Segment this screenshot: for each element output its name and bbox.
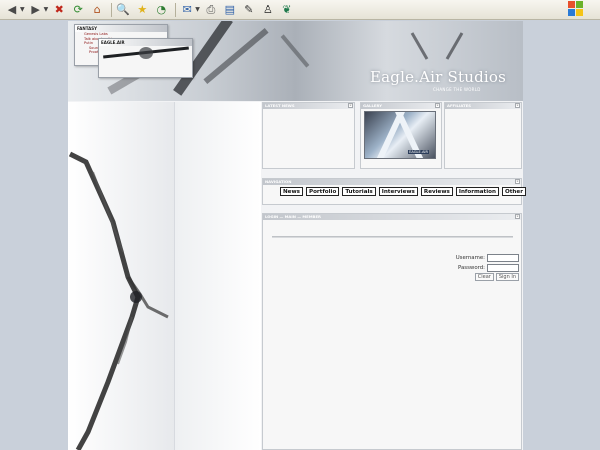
- login-actions: Clear Sign In: [474, 273, 519, 281]
- toolbar-separator: [111, 2, 113, 17]
- back-dropdown-icon[interactable]: ▼: [20, 6, 25, 13]
- nav-portfolio-button[interactable]: Portfolio: [305, 187, 340, 196]
- popup-window-eagle-air[interactable]: EAGLE.AIR: [98, 38, 193, 78]
- header-banner: Eagle.Air Studios CHANGE THE WORLD FANTA…: [68, 21, 523, 101]
- back-icon[interactable]: ◀: [4, 2, 20, 18]
- mail-dropdown-icon[interactable]: ▼: [195, 6, 200, 13]
- middle-empty-column: [174, 102, 261, 450]
- site-tagline: CHANGE THE WORLD: [433, 87, 481, 92]
- close-icon[interactable]: ×: [515, 214, 520, 219]
- banner-streak: [410, 32, 429, 60]
- news-panel: LATEST NEWS ×: [262, 102, 355, 169]
- gallery-panel: GALLERY × EAGLE.AIR: [360, 102, 442, 169]
- nav-news-button[interactable]: News: [280, 187, 303, 196]
- search-icon[interactable]: 🔍: [115, 2, 131, 18]
- favorites-icon[interactable]: ★: [134, 2, 150, 18]
- web-page: Eagle.Air Studios CHANGE THE WORLD FANTA…: [68, 21, 526, 450]
- decorative-artwork: [68, 151, 169, 450]
- pen-icon[interactable]: ✎: [241, 2, 257, 18]
- close-icon[interactable]: ×: [515, 103, 520, 108]
- edit-icon[interactable]: ▤: [222, 2, 238, 18]
- refresh-icon[interactable]: ⟳: [70, 2, 86, 18]
- mail-icon[interactable]: ✉: [179, 2, 195, 18]
- nav-interviews-button[interactable]: Interviews: [378, 187, 418, 196]
- navigation-panel: NAVIGATION × News Portfolio Tutorials In…: [262, 178, 526, 205]
- banner-streak: [445, 32, 464, 60]
- affiliates-panel-title: AFFILIATES: [445, 103, 521, 109]
- clear-button[interactable]: Clear: [474, 273, 494, 281]
- banner-streak: [280, 34, 310, 68]
- windows-logo-icon: [568, 1, 584, 17]
- login-panel-title: LOGIN — MAIN — MEMBER: [263, 214, 521, 220]
- nav-other-button[interactable]: Other: [501, 187, 526, 196]
- nav-information-button[interactable]: Information: [455, 187, 499, 196]
- news-panel-title: LATEST NEWS: [263, 103, 354, 109]
- print-icon[interactable]: ⎙: [203, 2, 219, 18]
- sign-in-button[interactable]: Sign In: [495, 273, 519, 281]
- browser-toolbar: ◀ ▼ ▶ ▼ ✖ ⟳ ⌂ 🔍 ★ ◔ ✉ ▼ ⎙ ▤ ✎ ♙ ❦: [0, 0, 600, 20]
- affiliates-panel: AFFILIATES ×: [444, 102, 522, 169]
- close-icon[interactable]: ×: [515, 179, 520, 184]
- stop-icon[interactable]: ✖: [51, 2, 67, 18]
- login-panel: LOGIN — MAIN — MEMBER × Username: Passwo…: [262, 213, 522, 450]
- messenger-icon[interactable]: ♙: [260, 2, 276, 18]
- gallery-panel-title: GALLERY: [361, 103, 441, 109]
- username-row: Username:: [456, 254, 519, 262]
- navigation-panel-title: NAVIGATION: [263, 179, 521, 185]
- close-icon[interactable]: ×: [348, 103, 353, 108]
- site-brand-title: Eagle.Air Studios: [370, 68, 506, 86]
- research-icon[interactable]: ❦: [279, 2, 295, 18]
- popup-graphic: [139, 47, 153, 59]
- password-label: Password:: [458, 265, 485, 271]
- gallery-thumbnail[interactable]: EAGLE.AIR: [364, 111, 436, 159]
- nav-tutorials-button[interactable]: Tutorials: [342, 187, 376, 196]
- toolbar-separator: [175, 2, 177, 17]
- username-input[interactable]: [487, 254, 519, 262]
- history-icon[interactable]: ◔: [153, 2, 169, 18]
- nav-menu: News Portfolio Tutorials Interviews Revi…: [280, 187, 526, 196]
- popup-title: EAGLE.AIR: [99, 39, 192, 46]
- thumb-caption: EAGLE.AIR: [408, 150, 429, 154]
- left-decor-column: [68, 102, 174, 450]
- forward-icon[interactable]: ▶: [28, 2, 44, 18]
- popup-title: FANTASY: [75, 25, 167, 32]
- forward-dropdown-icon[interactable]: ▼: [44, 6, 49, 13]
- username-label: Username:: [455, 255, 485, 261]
- nav-reviews-button[interactable]: Reviews: [420, 187, 453, 196]
- password-input[interactable]: [487, 264, 519, 272]
- home-icon[interactable]: ⌂: [89, 2, 105, 18]
- scroll-bar[interactable]: [272, 236, 513, 238]
- close-icon[interactable]: ×: [435, 103, 440, 108]
- password-row: Password:: [458, 264, 519, 272]
